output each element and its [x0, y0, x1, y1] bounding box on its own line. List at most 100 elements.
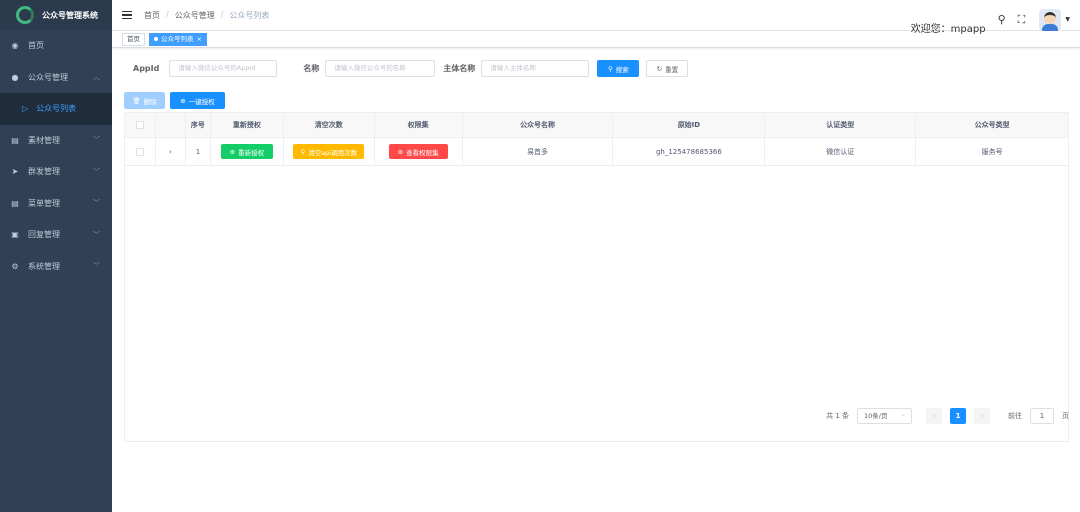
logo-icon: [16, 6, 34, 24]
row-name: 易首多: [463, 138, 614, 165]
row-auth-type: 微信认证: [765, 138, 917, 165]
trash-icon: 🗑: [132, 96, 141, 105]
avatar[interactable]: [1039, 8, 1062, 31]
header-expand: [156, 113, 186, 137]
tags-view: 首页 公众号列表 ×: [112, 31, 1080, 48]
prev-page-button[interactable]: ‹: [926, 408, 942, 424]
chevron-down-icon: ﹀: [93, 199, 100, 208]
document-icon: ▤: [11, 135, 19, 145]
row-original-id: gh_125478685366: [613, 138, 766, 165]
hamburger-icon[interactable]: [122, 10, 132, 20]
sidebar-item-label: 回复管理: [28, 230, 60, 240]
checkbox[interactable]: [135, 121, 144, 129]
clear-api-button-label: 清空api调用次数: [308, 148, 358, 157]
breadcrumb-home[interactable]: 首页: [144, 10, 160, 21]
sidebar-item-menu[interactable]: ▤ 菜单管理 ﹀: [0, 188, 112, 220]
sidebar-item-material[interactable]: ▤ 素材管理 ﹀: [0, 125, 112, 157]
table-row: › 1 ⊕ 重新授权 ⚲ 清空api调用次数 ⊛ 查看权限集 易首多 gh_12…: [125, 138, 1068, 166]
sidebar-item-label: 首页: [28, 41, 44, 51]
sidebar-item-label: 菜单管理: [28, 198, 60, 208]
name-input[interactable]: 请输入微信公众号的名称: [325, 60, 436, 77]
table-header: 序号 重新授权 清空次数 权限集 公众号名称 原始ID 认证类型 公众号类型: [125, 113, 1068, 138]
chevron-down-icon: ﹀: [93, 136, 100, 145]
sidebar-item-account-management[interactable]: ● 公众号管理 ︿: [0, 62, 112, 94]
header-name: 公众号名称: [463, 113, 614, 137]
tag-account-list[interactable]: 公众号列表 ×: [149, 32, 207, 46]
search-form: AppId 请输入微信公众号的AppId 名称 请输入微信公众号的名称 主体名称…: [124, 60, 689, 77]
search-icon: ⚲: [607, 64, 613, 73]
goto-page-input[interactable]: 1: [1030, 408, 1054, 424]
action-toolbar: 🗑 删除 ⊕ 一键授权: [124, 92, 225, 109]
subject-input[interactable]: 请输入主体名称: [481, 60, 590, 77]
sidebar-item-home[interactable]: ◉ 首页: [0, 30, 112, 62]
row-clear-cell: ⚲ 清空api调用次数: [284, 138, 375, 165]
wechat-icon: ●: [11, 72, 19, 82]
list-icon: ▷: [22, 104, 29, 114]
header-index: 序号: [186, 113, 211, 137]
view-permissions-button-label: 查看权限集: [406, 148, 439, 157]
goto-label: 前往: [1008, 412, 1022, 420]
authorize-button-label: 一键授权: [188, 97, 215, 106]
sidebar-item-system[interactable]: ⚙ 系统管理 ﹀: [0, 251, 112, 283]
row-index: 1: [186, 138, 211, 165]
row-select[interactable]: [125, 138, 156, 165]
app-logo[interactable]: 公众号管理系统: [0, 0, 112, 30]
checkbox[interactable]: [135, 147, 144, 156]
appid-input[interactable]: 请输入微信公众号的AppId: [169, 60, 278, 77]
header-original-id: 原始ID: [613, 113, 766, 137]
tag-label: 公众号列表: [161, 34, 194, 43]
delete-button-label: 删除: [143, 97, 157, 106]
plus-circle-icon: ⊕: [229, 147, 236, 156]
chevron-down-icon: ﹀: [93, 262, 100, 271]
header-select-all[interactable]: [125, 113, 156, 137]
search-button[interactable]: ⚲ 搜索: [597, 60, 640, 77]
refresh-icon: ↻: [656, 64, 663, 73]
reset-button-label: 重置: [665, 65, 679, 74]
delete-button[interactable]: 🗑 删除: [124, 92, 165, 109]
search-button-label: 搜索: [615, 65, 629, 74]
fullscreen-icon[interactable]: ⛶: [1018, 13, 1026, 27]
search-icon: ⚲: [300, 147, 306, 156]
header-clear: 清空次数: [284, 113, 375, 137]
breadcrumb-account-management[interactable]: 公众号管理: [175, 10, 215, 21]
dashboard-icon: ◉: [11, 41, 19, 51]
sidebar-item-account-list[interactable]: ▷ 公众号列表: [0, 93, 112, 125]
sidebar-item-reply[interactable]: ▣ 回复管理 ﹀: [0, 219, 112, 251]
app-title: 公众号管理系统: [42, 10, 98, 20]
reset-button[interactable]: ↻ 重置: [646, 60, 689, 77]
close-icon[interactable]: ×: [197, 34, 202, 45]
header-account-type: 公众号类型: [974, 121, 1010, 129]
reauthorize-button[interactable]: ⊕ 重新授权: [220, 144, 274, 159]
sidebar-item-label: 群发管理: [28, 167, 60, 177]
menu-icon: ▤: [11, 198, 19, 208]
view-permissions-button[interactable]: ⊛ 查看权限集: [388, 144, 448, 159]
sidebar: 公众号管理系统 ◉ 首页 ● 公众号管理 ︿ ▷ 公众号列表 ▤ 素材管理 ﹀ …: [0, 0, 112, 512]
breadcrumb-separator: /: [166, 9, 169, 19]
row-reauth-cell: ⊕ 重新授权: [211, 138, 284, 165]
subject-label: 主体名称: [443, 64, 476, 73]
sidebar-item-broadcast[interactable]: ➤ 群发管理 ﹀: [0, 156, 112, 188]
top-navbar: 首页 / 公众号管理 / 公众号列表 欢迎您：mpapp ⚲ ⛶ ▼: [112, 0, 1080, 35]
authorize-button[interactable]: ⊕ 一键授权: [170, 92, 225, 109]
plus-circle-icon: ⊕: [180, 96, 186, 105]
header-auth-type: 认证类型: [765, 113, 917, 137]
caret-down-icon[interactable]: ▼: [1065, 16, 1070, 23]
page-suffix: 页: [1062, 412, 1069, 420]
header-perms: 权限集: [375, 113, 463, 137]
send-icon: ➤: [11, 167, 19, 177]
chevron-down-icon: ﹀: [93, 230, 100, 239]
expand-icon[interactable]: ›: [156, 138, 186, 165]
active-dot-icon: [154, 37, 158, 41]
search-icon[interactable]: ⚲: [998, 13, 1006, 26]
next-page-button[interactable]: ›: [974, 408, 990, 424]
account-table: 序号 重新授权 清空次数 权限集 公众号名称 原始ID 认证类型 公众号类型 ›…: [124, 112, 1069, 442]
page-number-button[interactable]: 1: [950, 408, 966, 424]
chevron-up-icon: ︿: [93, 73, 100, 82]
breadcrumb-separator: /: [220, 9, 224, 19]
row-account-type: 服务号: [981, 147, 1003, 156]
row-perms-cell: ⊛ 查看权限集: [375, 138, 463, 165]
sidebar-item-label: 公众号列表: [36, 104, 77, 114]
clear-api-button[interactable]: ⚲ 清空api调用次数: [293, 144, 365, 159]
page-size-select[interactable]: 10条/页: [857, 407, 912, 424]
tag-home[interactable]: 首页: [122, 32, 145, 46]
